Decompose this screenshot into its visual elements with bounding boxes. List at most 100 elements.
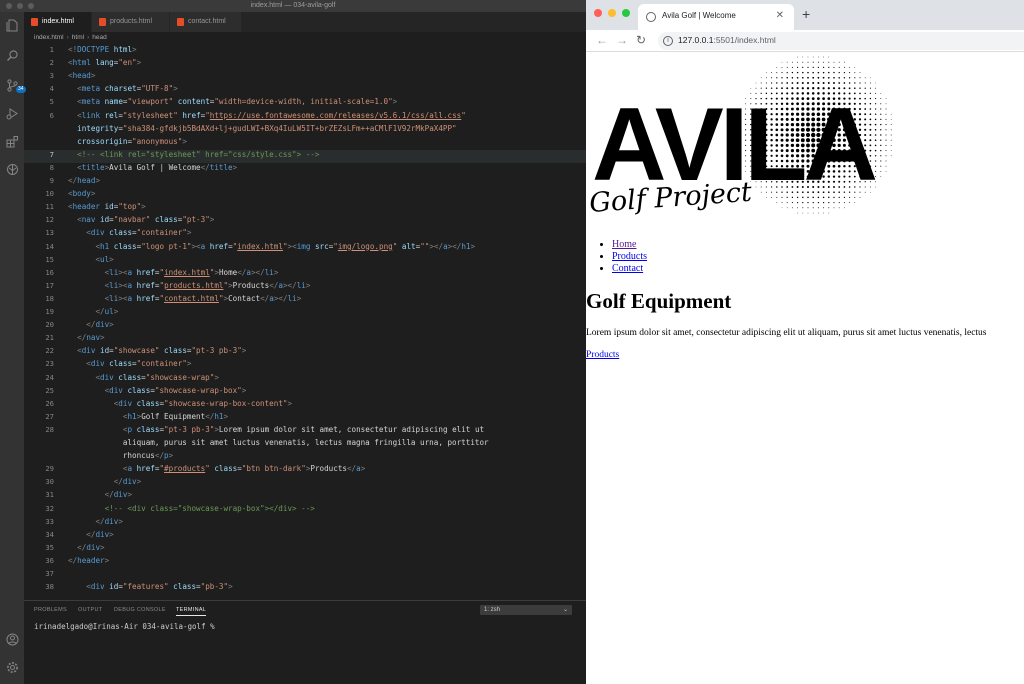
- tab-debug-console[interactable]: DEBUG CONSOLE: [114, 607, 166, 613]
- code-line[interactable]: </nav>: [68, 333, 104, 342]
- extensions-icon[interactable]: [5, 134, 19, 148]
- close-window-button[interactable]: [6, 3, 12, 9]
- close-tab-icon[interactable]: ✕: [776, 10, 784, 21]
- reload-icon[interactable]: ↻: [636, 33, 646, 47]
- nav-link-products[interactable]: Products: [612, 251, 647, 262]
- tab-index-html[interactable]: index.html: [24, 12, 92, 32]
- code-line[interactable]: </div>: [68, 530, 113, 539]
- zoom-window-button[interactable]: [28, 3, 34, 9]
- minimize-window-button[interactable]: [17, 3, 23, 9]
- close-window-button[interactable]: [594, 9, 602, 17]
- code-line[interactable]: <header id="top">: [68, 202, 146, 211]
- code-line[interactable]: <li><a href="contact.html">Contact</a></…: [68, 294, 302, 303]
- source-control-icon[interactable]: 34: [5, 78, 26, 93]
- nav-link-contact[interactable]: Contact: [612, 263, 643, 274]
- code-line[interactable]: <link rel="stylesheet" href="https://use…: [68, 111, 466, 120]
- code-line[interactable]: <div class="container">: [68, 359, 191, 368]
- line-number: 22: [45, 346, 54, 356]
- code-line[interactable]: <div id="features" class="pb-3">: [68, 582, 232, 591]
- code-line[interactable]: </div>: [68, 490, 132, 499]
- info-icon[interactable]: i: [663, 36, 673, 46]
- url-text: 127.0.0.1:5501/index.html: [678, 35, 776, 45]
- code-line[interactable]: <html lang="en">: [68, 58, 141, 67]
- back-arrow-icon[interactable]: ←: [596, 33, 608, 47]
- code-line[interactable]: </div>: [68, 517, 122, 526]
- code-line[interactable]: <div class="showcase-wrap">: [68, 373, 218, 382]
- code-line[interactable]: <meta charset="UTF-8">: [68, 84, 178, 93]
- code-line[interactable]: <!-- <link rel="stylesheet" href="css/st…: [68, 150, 319, 159]
- breadcrumb-head[interactable]: head: [92, 34, 106, 41]
- code-line[interactable]: rhoncus</p>: [68, 451, 173, 460]
- tab-output[interactable]: OUTPUT: [78, 607, 102, 613]
- code-line[interactable]: <h1 class="logo pt-1"><a href="index.htm…: [68, 242, 475, 251]
- line-number: 33: [45, 516, 54, 526]
- tab-terminal[interactable]: TERMINAL: [176, 607, 207, 616]
- zoom-window-button[interactable]: [622, 9, 630, 17]
- code-line[interactable]: <h1>Golf Equipment</h1>: [68, 412, 228, 421]
- code-line[interactable]: </header>: [68, 556, 109, 565]
- code-line[interactable]: </ul>: [68, 307, 118, 316]
- breadcrumb-html[interactable]: html: [72, 34, 84, 41]
- code-line[interactable]: aliquam, purus sit amet luctus venenatis…: [68, 438, 489, 447]
- line-number: 7: [49, 149, 54, 159]
- tab-contact-html[interactable]: contact.html: [170, 12, 242, 32]
- line-number: 4: [49, 84, 54, 94]
- tab-products-html[interactable]: products.html: [92, 12, 170, 32]
- forward-arrow-icon[interactable]: →: [616, 33, 628, 47]
- terminal-shell-select[interactable]: 1: zsh ⌄: [480, 605, 572, 615]
- products-button[interactable]: Products: [586, 350, 619, 360]
- code-line[interactable]: <li><a href="index.html">Home</a></li>: [68, 268, 279, 277]
- address-bar[interactable]: i 127.0.0.1:5501/index.html: [658, 32, 1024, 50]
- code-line[interactable]: <title>Avila Golf | Welcome</title>: [68, 163, 237, 172]
- line-number: 2: [49, 58, 54, 68]
- line-number: 1: [49, 45, 54, 54]
- line-number: 25: [45, 385, 54, 395]
- code-line[interactable]: <a href="#products" class="btn btn-dark"…: [68, 464, 365, 473]
- remote-explorer-icon[interactable]: [5, 162, 19, 176]
- line-number: 10: [45, 189, 54, 199]
- code-line[interactable]: <meta name="viewport" content="width=dev…: [68, 97, 397, 106]
- line-number: 35: [45, 542, 54, 552]
- account-icon[interactable]: [5, 632, 19, 646]
- code-line[interactable]: <nav id="navbar" class="pt-3">: [68, 215, 214, 224]
- explorer-icon[interactable]: [5, 18, 19, 32]
- code-line[interactable]: </div>: [68, 320, 113, 329]
- code-line[interactable]: <div class="container">: [68, 228, 191, 237]
- chevron-down-icon: ⌄: [562, 607, 568, 613]
- code-line[interactable]: <li><a href="products.html">Products</a>…: [68, 281, 311, 290]
- breadcrumb-file[interactable]: index.html: [34, 34, 64, 41]
- nav-link-home[interactable]: Home: [612, 239, 636, 250]
- code-line[interactable]: </div>: [68, 543, 104, 552]
- code-line[interactable]: crossorigin="anonymous">: [68, 137, 187, 146]
- code-line[interactable]: <p class="pt-3 pb-3">Lorem ipsum dolor s…: [68, 425, 484, 434]
- line-number: 32: [45, 503, 54, 513]
- code-line[interactable]: <div class="showcase-wrap-box">: [68, 386, 247, 395]
- browser-toolbar: ← → ↻ i 127.0.0.1:5501/index.html: [586, 30, 1024, 52]
- code-line[interactable]: <div id="showcase" class="pt-3 pb-3">: [68, 346, 246, 355]
- code-line[interactable]: </div>: [68, 477, 141, 486]
- line-number: 15: [45, 254, 54, 264]
- minimize-window-button[interactable]: [608, 9, 616, 17]
- code-line[interactable]: <!-- <div class="showcase-wrap-box"></di…: [68, 504, 315, 513]
- settings-gear-icon[interactable]: [5, 660, 19, 674]
- code-line[interactable]: <body>: [68, 189, 95, 198]
- line-number: 18: [45, 293, 54, 303]
- code-line[interactable]: integrity="sha384-gfdkjb5BdAXd+lj+gudLWI…: [68, 124, 456, 133]
- line-number: 23: [45, 359, 54, 369]
- activity-bar: 34: [0, 12, 26, 684]
- run-debug-icon[interactable]: [5, 106, 19, 120]
- terminal-prompt[interactable]: irinadelgado@Irinas-Air 034-avila-golf %: [34, 622, 215, 631]
- new-tab-icon[interactable]: +: [802, 6, 810, 22]
- code-line[interactable]: <ul>: [68, 255, 113, 264]
- line-number: 27: [45, 411, 54, 421]
- globe-icon: [646, 12, 656, 22]
- code-editor[interactable]: 1 <!DOCTYPE html> 2 <html lang="en"> 3 <head>…: [24, 43, 586, 600]
- tab-problems[interactable]: PROBLEMS: [34, 607, 67, 613]
- browser-tab[interactable]: Avila Golf | Welcome ✕: [638, 4, 794, 30]
- search-icon[interactable]: [5, 48, 19, 62]
- code-line[interactable]: </head>: [68, 176, 100, 185]
- code-line[interactable]: <!DOCTYPE html>: [68, 45, 137, 54]
- code-line[interactable]: <div class="showcase-wrap-box-content">: [68, 399, 292, 408]
- avila-golf-logo[interactable]: AVILA Golf Project: [590, 55, 892, 221]
- code-line[interactable]: <head>: [68, 71, 95, 80]
